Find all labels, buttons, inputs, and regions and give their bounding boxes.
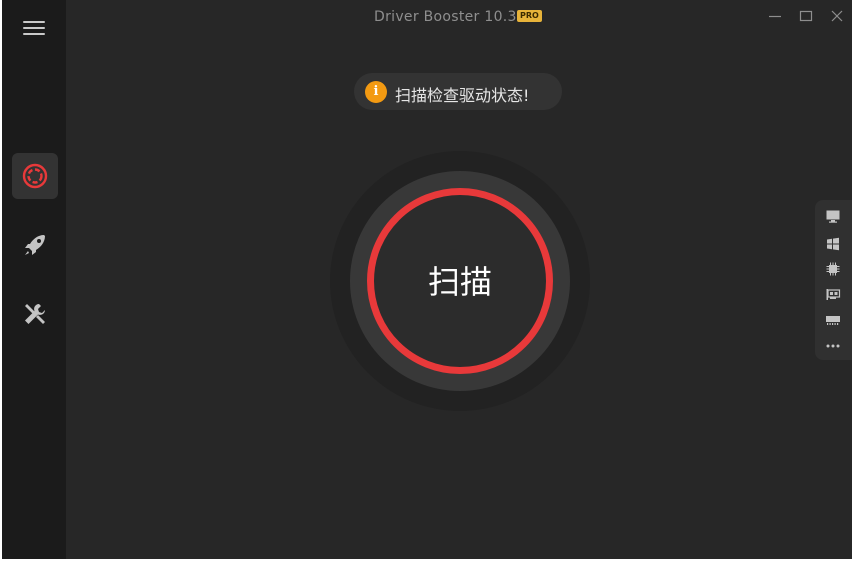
minimize-button[interactable]	[766, 7, 784, 25]
sidebar-item-tools[interactable]	[12, 291, 58, 337]
hamburger-menu-button[interactable]	[22, 19, 46, 37]
status-message: i 扫描检查驱动状态!	[354, 73, 562, 110]
close-icon	[831, 10, 843, 22]
monitor-icon[interactable]	[825, 208, 841, 224]
minimize-icon	[769, 15, 781, 18]
app-window: Driver Booster 10.3 PRO i 扫描检查驱动状态! 扫描	[2, 0, 852, 559]
app-title: Driver Booster 10.3	[374, 9, 517, 25]
sidebar	[2, 0, 66, 559]
maximize-button[interactable]	[797, 7, 815, 25]
sidebar-item-boost[interactable]	[12, 222, 58, 268]
sidebar-item-scan[interactable]	[12, 153, 58, 199]
status-text: 扫描检查驱动状态!	[395, 86, 530, 105]
tools-icon	[25, 304, 45, 324]
hamburger-menu-icon	[23, 21, 45, 23]
rocket-icon	[25, 235, 45, 255]
network-card-icon[interactable]	[825, 286, 841, 302]
pro-badge: PRO	[517, 10, 542, 22]
title-bar[interactable]: Driver Booster 10.3 PRO	[66, 0, 852, 32]
target-scan-icon	[22, 163, 48, 189]
chip-icon[interactable]	[825, 261, 841, 277]
scan-button-label: 扫描	[427, 263, 492, 301]
more-icon[interactable]	[825, 338, 841, 354]
close-button[interactable]	[828, 7, 846, 25]
info-icon: i	[365, 81, 387, 103]
device-panel	[815, 200, 852, 360]
maximize-icon	[799, 10, 813, 22]
windows-icon[interactable]	[825, 236, 841, 252]
memory-icon[interactable]	[825, 311, 841, 327]
scan-button[interactable]: 扫描	[367, 188, 553, 374]
